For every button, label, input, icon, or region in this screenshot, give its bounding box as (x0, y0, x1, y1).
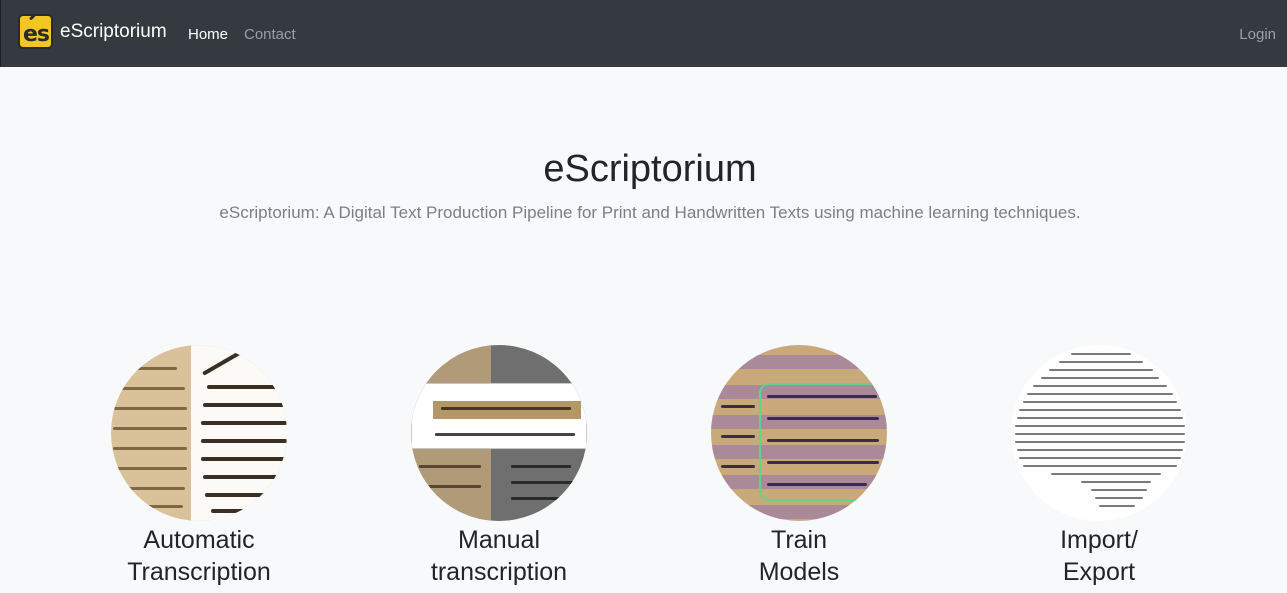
logo-text: es (23, 22, 50, 47)
train-models-image (711, 345, 887, 521)
nav-contact-link[interactable]: Contact (244, 25, 296, 45)
login-link[interactable]: Login (1239, 25, 1276, 45)
brand-name: eScriptorium (60, 20, 167, 42)
page-subtitle: eScriptorium: A Digital Text Production … (219, 203, 1081, 222)
feature-caption: Train Models (758, 526, 840, 586)
quill-icon (28, 16, 44, 21)
brand-link[interactable]: es eScriptorium (18, 14, 167, 49)
feature-caption: Import/ Export (1060, 526, 1138, 586)
manual-transcription-image (411, 345, 587, 521)
page-title: eScriptorium (543, 148, 757, 190)
escriptorium-logo: es (18, 14, 53, 49)
import-export-image (1011, 345, 1187, 521)
feature-automatic-transcription: Automatic Transcription (69, 345, 329, 588)
navbar: es eScriptorium Home Contact Login (0, 0, 1287, 67)
automatic-transcription-image (111, 345, 287, 521)
feature-import-export: Import/ Export (969, 345, 1229, 588)
nav-home-link[interactable]: Home (188, 25, 228, 45)
feature-train-models: Train Models (669, 345, 929, 588)
feature-caption: Manual transcription (430, 526, 568, 586)
feature-caption: Automatic Transcription (127, 526, 271, 586)
feature-manual-transcription: Manual transcription (369, 345, 629, 588)
